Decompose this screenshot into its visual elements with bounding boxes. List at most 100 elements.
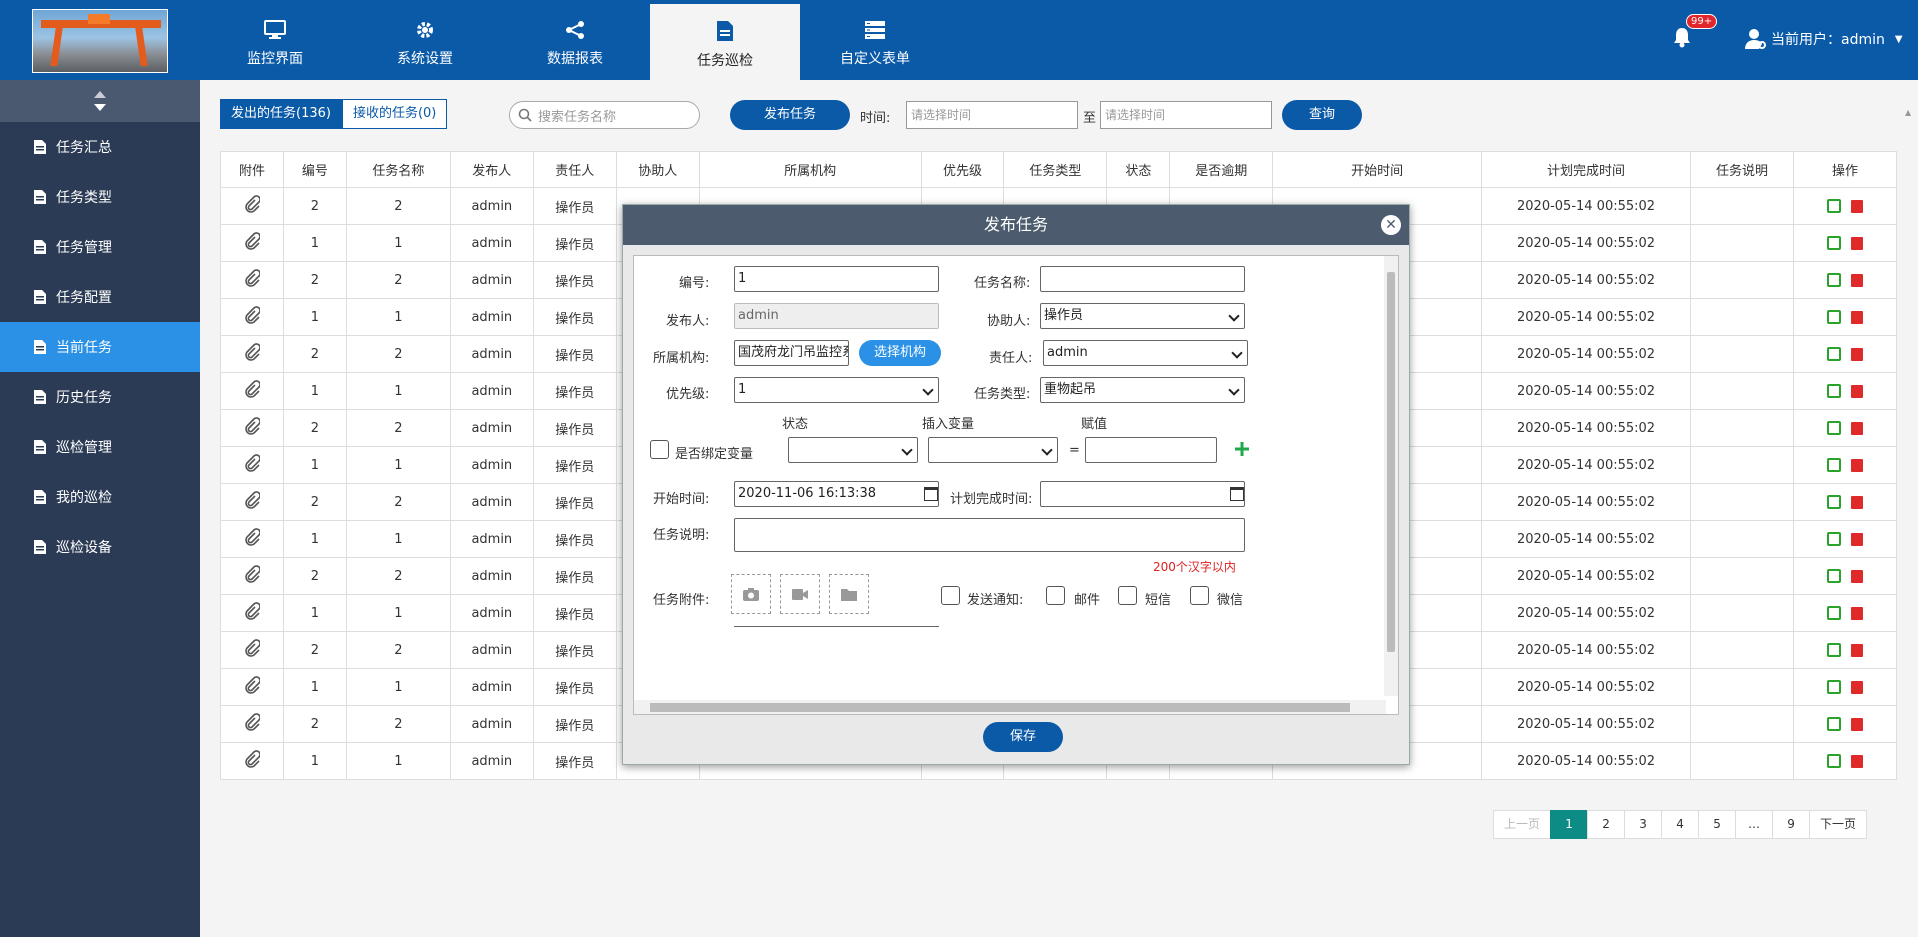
page-button[interactable]: 1 — [1550, 810, 1589, 839]
folder-upload[interactable] — [829, 574, 869, 614]
email-checkbox[interactable] — [1046, 586, 1065, 605]
close-icon[interactable]: ✕ — [1381, 215, 1401, 235]
nav-custom-form[interactable]: 自定义表单 — [800, 0, 950, 80]
edit-icon[interactable] — [1826, 680, 1841, 694]
edit-icon[interactable] — [1826, 236, 1841, 250]
paperclip-icon[interactable] — [244, 417, 261, 435]
page-button[interactable]: 5 — [1698, 810, 1737, 839]
assign-value-field[interactable] — [1085, 437, 1217, 463]
page-button[interactable]: 4 — [1661, 810, 1700, 839]
delete-icon[interactable] — [1850, 717, 1863, 731]
edit-icon[interactable] — [1826, 310, 1841, 324]
tab-received[interactable]: 接收的任务(0) — [341, 99, 448, 129]
edit-icon[interactable] — [1826, 717, 1841, 731]
end-time-input[interactable]: 请选择时间 — [1100, 101, 1272, 129]
wechat-checkbox[interactable] — [1190, 586, 1209, 605]
sidebar-toggle[interactable] — [0, 80, 200, 122]
page-button[interactable]: 2 — [1587, 810, 1626, 839]
start-time-input[interactable]: 请选择时间 — [906, 101, 1078, 129]
bind-variable-checkbox[interactable] — [650, 440, 669, 459]
current-user[interactable]: 当前用户：admin ▼ — [1745, 28, 1903, 50]
plan-time-field[interactable] — [1040, 481, 1245, 507]
dialog-horizontal-scrollbar[interactable] — [634, 700, 1386, 714]
calendar-icon[interactable] — [1230, 487, 1244, 501]
paperclip-icon[interactable] — [244, 454, 261, 472]
delete-icon[interactable] — [1850, 458, 1863, 472]
bell-icon[interactable] — [1672, 26, 1692, 48]
video-upload[interactable] — [780, 574, 820, 614]
sidebar-item[interactable]: 任务汇总 — [0, 122, 200, 172]
delete-icon[interactable] — [1850, 310, 1863, 324]
sidebar-item[interactable]: 任务配置 — [0, 272, 200, 322]
delete-icon[interactable] — [1850, 680, 1863, 694]
query-button[interactable]: 查询 — [1282, 100, 1362, 130]
delete-icon[interactable] — [1850, 347, 1863, 361]
nav-monitor[interactable]: 监控界面 — [200, 0, 350, 80]
sidebar-item[interactable]: 我的巡检 — [0, 472, 200, 522]
edit-icon[interactable] — [1826, 199, 1841, 213]
calendar-icon[interactable] — [924, 487, 938, 501]
page-button[interactable]: 3 — [1624, 810, 1663, 839]
next-page-button[interactable]: 下一页 — [1809, 810, 1868, 839]
choose-org-button[interactable]: 选择机构 — [859, 340, 941, 366]
prev-page-button[interactable]: 上一页 — [1493, 810, 1552, 839]
delete-icon[interactable] — [1850, 384, 1863, 398]
priority-select[interactable]: 1 — [734, 377, 939, 403]
search-input[interactable]: 搜索任务名称 — [509, 101, 700, 129]
delete-icon[interactable] — [1850, 532, 1863, 546]
dialog-vertical-scrollbar[interactable] — [1384, 256, 1398, 696]
sidebar-item[interactable]: 历史任务 — [0, 372, 200, 422]
paperclip-icon[interactable] — [244, 491, 261, 509]
page-button[interactable]: … — [1735, 810, 1774, 839]
page-scrollbar[interactable]: ▲ — [1900, 80, 1918, 937]
delete-icon[interactable] — [1850, 273, 1863, 287]
edit-icon[interactable] — [1826, 606, 1841, 620]
edit-icon[interactable] — [1826, 384, 1841, 398]
assist-select[interactable]: 操作员 — [1040, 303, 1245, 329]
delete-icon[interactable] — [1850, 606, 1863, 620]
paperclip-icon[interactable] — [244, 639, 261, 657]
description-textarea[interactable] — [734, 518, 1245, 552]
edit-icon[interactable] — [1826, 754, 1841, 768]
paperclip-icon[interactable] — [244, 343, 261, 361]
edit-icon[interactable] — [1826, 421, 1841, 435]
paperclip-icon[interactable] — [244, 713, 261, 731]
start-time-field[interactable]: 2020-11-06 16:13:38 — [734, 481, 939, 507]
tab-sent[interactable]: 发出的任务(136) — [220, 99, 342, 129]
sidebar-item[interactable]: 任务管理 — [0, 222, 200, 272]
sidebar-item[interactable]: 任务类型 — [0, 172, 200, 222]
edit-icon[interactable] — [1826, 569, 1841, 583]
camera-upload[interactable] — [731, 574, 771, 614]
sidebar-item[interactable]: 巡检设备 — [0, 522, 200, 572]
edit-icon[interactable] — [1826, 643, 1841, 657]
add-icon[interactable] — [1235, 442, 1249, 456]
sidebar-item[interactable]: 巡检管理 — [0, 422, 200, 472]
paperclip-icon[interactable] — [244, 380, 261, 398]
delete-icon[interactable] — [1850, 236, 1863, 250]
paperclip-icon[interactable] — [244, 269, 261, 287]
delete-icon[interactable] — [1850, 569, 1863, 583]
edit-icon[interactable] — [1826, 532, 1841, 546]
paperclip-icon[interactable] — [244, 528, 261, 546]
edit-icon[interactable] — [1826, 347, 1841, 361]
edit-icon[interactable] — [1826, 458, 1841, 472]
delete-icon[interactable] — [1850, 754, 1863, 768]
paperclip-icon[interactable] — [244, 232, 261, 250]
paperclip-icon[interactable] — [244, 602, 261, 620]
nav-task-inspection[interactable]: 任务巡检 — [650, 4, 800, 80]
insert-variable-select[interactable] — [928, 437, 1058, 463]
edit-icon[interactable] — [1826, 495, 1841, 509]
delete-icon[interactable] — [1850, 495, 1863, 509]
page-button[interactable]: 9 — [1772, 810, 1811, 839]
sms-checkbox[interactable] — [1118, 586, 1137, 605]
owner-select[interactable]: admin — [1043, 340, 1248, 366]
paperclip-icon[interactable] — [244, 565, 261, 583]
scroll-up-icon[interactable]: ▲ — [1905, 108, 1911, 117]
paperclip-icon[interactable] — [244, 676, 261, 694]
nav-settings[interactable]: 系统设置 — [350, 0, 500, 80]
paperclip-icon[interactable] — [244, 306, 261, 324]
edit-icon[interactable] — [1826, 273, 1841, 287]
save-button[interactable]: 保存 — [983, 722, 1063, 752]
delete-icon[interactable] — [1850, 643, 1863, 657]
send-notify-checkbox[interactable] — [941, 586, 960, 605]
